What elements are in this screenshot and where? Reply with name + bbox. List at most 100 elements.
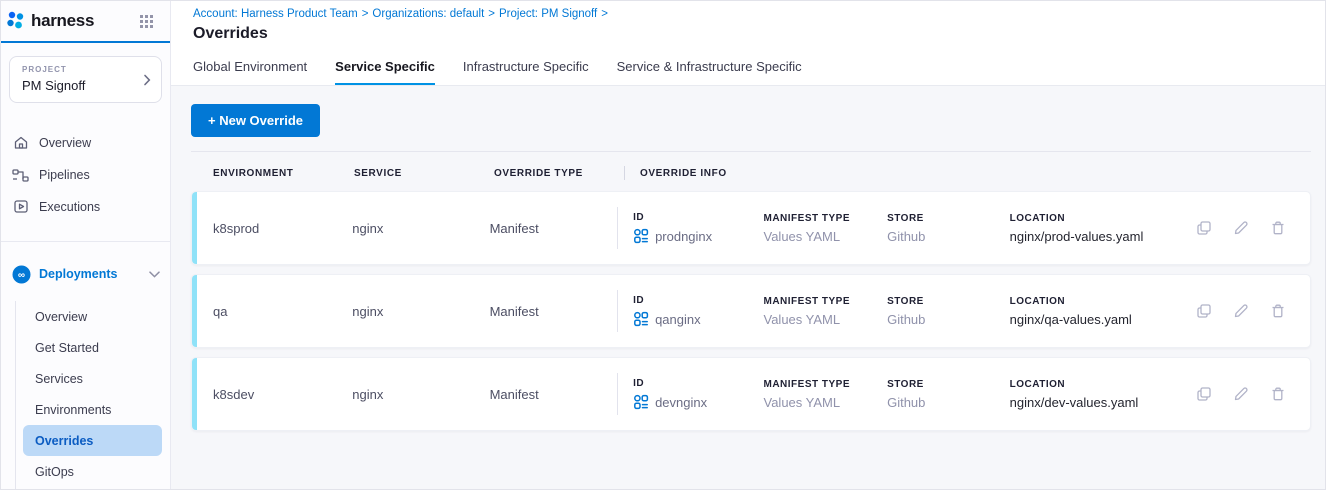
sidebar-nav: Overview Pipelines Executions	[1, 127, 170, 223]
manifest-type-cell: MANIFEST TYPE Values YAML	[764, 296, 888, 327]
sidebar-item-label: Pipelines	[39, 168, 90, 182]
location-cell: LOCATION nginx/dev-values.yaml	[1010, 379, 1196, 410]
delete-icon[interactable]	[1270, 386, 1286, 402]
sidebar-item-overview[interactable]: Overview	[1, 127, 170, 159]
content-area: + New Override ENVIRONMENT SERVICE OVERR…	[171, 86, 1325, 489]
breadcrumb-separator: >	[362, 8, 369, 20]
copy-icon[interactable]	[1196, 220, 1212, 236]
chevron-right-icon	[143, 74, 151, 86]
header-divider	[624, 166, 625, 180]
chevron-down-icon	[149, 271, 160, 278]
sidebar: harness PROJECT PM Signoff Ov	[1, 1, 171, 489]
table-row[interactable]: k8sprod nginx Manifest ID prodnginx MANI…	[191, 191, 1311, 265]
table-row[interactable]: k8sdev nginx Manifest ID devnginx MANIFE…	[191, 357, 1311, 431]
store-value: Github	[887, 229, 1010, 244]
deployments-icon: ∞	[12, 265, 31, 284]
id-label: ID	[633, 212, 763, 223]
id-label: ID	[633, 295, 763, 306]
id-icon	[633, 228, 649, 244]
store-label: STORE	[887, 379, 1010, 390]
new-override-button[interactable]: + New Override	[191, 104, 320, 137]
edit-icon[interactable]	[1233, 303, 1249, 319]
breadcrumb-org-link[interactable]: Organizations: default	[372, 8, 484, 20]
override-type-cell: Manifest	[490, 387, 618, 402]
copy-icon[interactable]	[1196, 386, 1212, 402]
harness-logo-icon	[3, 8, 29, 34]
id-value: devnginx	[655, 395, 707, 410]
project-selector[interactable]: PROJECT PM Signoff	[9, 56, 162, 103]
tab-service-specific[interactable]: Service Specific	[335, 49, 435, 85]
store-cell: STORE Github	[887, 379, 1010, 410]
service-cell: nginx	[352, 304, 489, 319]
grid-icon[interactable]	[136, 11, 156, 31]
sidebar-item-pipelines[interactable]: Pipelines	[1, 159, 170, 191]
id-icon	[633, 394, 649, 410]
executions-icon	[12, 199, 29, 216]
location-cell: LOCATION nginx/qa-values.yaml	[1010, 296, 1196, 327]
project-name: PM Signoff	[22, 78, 135, 93]
subnav-item-label: GitOps	[35, 465, 74, 479]
column-header-environment: ENVIRONMENT	[213, 168, 354, 179]
id-label: ID	[633, 378, 763, 389]
subnav-item-overrides[interactable]: Overrides	[23, 425, 162, 456]
environment-cell: qa	[192, 304, 352, 319]
breadcrumb: Account: Harness Product Team>Organizati…	[193, 8, 1325, 20]
subnav-item-label: Overrides	[35, 434, 93, 448]
service-cell: nginx	[352, 221, 489, 236]
breadcrumb-project-link[interactable]: Project: PM Signoff	[499, 8, 597, 20]
row-actions	[1196, 220, 1310, 236]
tab-bar: Global Environment Service Specific Infr…	[171, 49, 1325, 86]
sidebar-item-deployments[interactable]: ∞ Deployments	[1, 257, 170, 291]
location-value: nginx/prod-values.yaml	[1010, 229, 1196, 244]
location-value: nginx/dev-values.yaml	[1010, 395, 1196, 410]
brand-name: harness	[31, 11, 94, 31]
manifest-type-cell: MANIFEST TYPE Values YAML	[764, 379, 888, 410]
store-label: STORE	[887, 213, 1010, 224]
id-value: qanginx	[655, 312, 701, 327]
edit-icon[interactable]	[1233, 386, 1249, 402]
service-cell: nginx	[352, 387, 489, 402]
manifest-type-value: Values YAML	[764, 395, 888, 410]
sidebar-item-label: Deployments	[39, 267, 118, 281]
edit-icon[interactable]	[1233, 220, 1249, 236]
store-value: Github	[887, 312, 1010, 327]
subnav-item-overview[interactable]: Overview	[1, 301, 170, 332]
sidebar-divider	[1, 241, 170, 242]
row-actions	[1196, 386, 1310, 402]
copy-icon[interactable]	[1196, 303, 1212, 319]
manifest-type-value: Values YAML	[764, 229, 888, 244]
manifest-type-label: MANIFEST TYPE	[764, 379, 888, 390]
location-cell: LOCATION nginx/prod-values.yaml	[1010, 213, 1196, 244]
table-row[interactable]: qa nginx Manifest ID qanginx MANIFEST TY…	[191, 274, 1311, 348]
tab-infrastructure-specific[interactable]: Infrastructure Specific	[463, 49, 589, 85]
tab-global-environment[interactable]: Global Environment	[193, 49, 307, 85]
subnav-item-services[interactable]: Services	[1, 363, 170, 394]
sidebar-item-executions[interactable]: Executions	[1, 191, 170, 223]
subnav-item-get-started[interactable]: Get Started	[1, 332, 170, 363]
svg-text:∞: ∞	[18, 269, 25, 280]
delete-icon[interactable]	[1270, 220, 1286, 236]
page-title: Overrides	[193, 25, 1325, 43]
manifest-type-value: Values YAML	[764, 312, 888, 327]
breadcrumb-separator: >	[601, 8, 608, 20]
project-label: PROJECT	[22, 65, 135, 74]
page-header: Account: Harness Product Team>Organizati…	[171, 1, 1325, 49]
subnav-item-gitops[interactable]: GitOps	[1, 456, 170, 487]
brand-header: harness	[1, 1, 170, 41]
row-divider	[617, 207, 618, 249]
sidebar-item-label: Overview	[39, 136, 91, 150]
subnav-item-environments[interactable]: Environments	[1, 394, 170, 425]
subnav-item-label: Overview	[35, 310, 87, 324]
table-header-row: ENVIRONMENT SERVICE OVERRIDE TYPE OVERRI…	[191, 152, 1311, 191]
pipelines-icon	[12, 167, 29, 184]
override-type-cell: Manifest	[490, 304, 618, 319]
tab-service-infrastructure-specific[interactable]: Service & Infrastructure Specific	[617, 49, 802, 85]
column-header-service: SERVICE	[354, 168, 494, 179]
column-header-override-type: OVERRIDE TYPE	[494, 168, 624, 179]
deployments-subnav: Overview Get Started Services Environmen…	[1, 301, 170, 487]
store-label: STORE	[887, 296, 1010, 307]
environment-cell: k8sdev	[192, 387, 352, 402]
delete-icon[interactable]	[1270, 303, 1286, 319]
location-value: nginx/qa-values.yaml	[1010, 312, 1196, 327]
breadcrumb-account-link[interactable]: Account: Harness Product Team	[193, 8, 358, 20]
